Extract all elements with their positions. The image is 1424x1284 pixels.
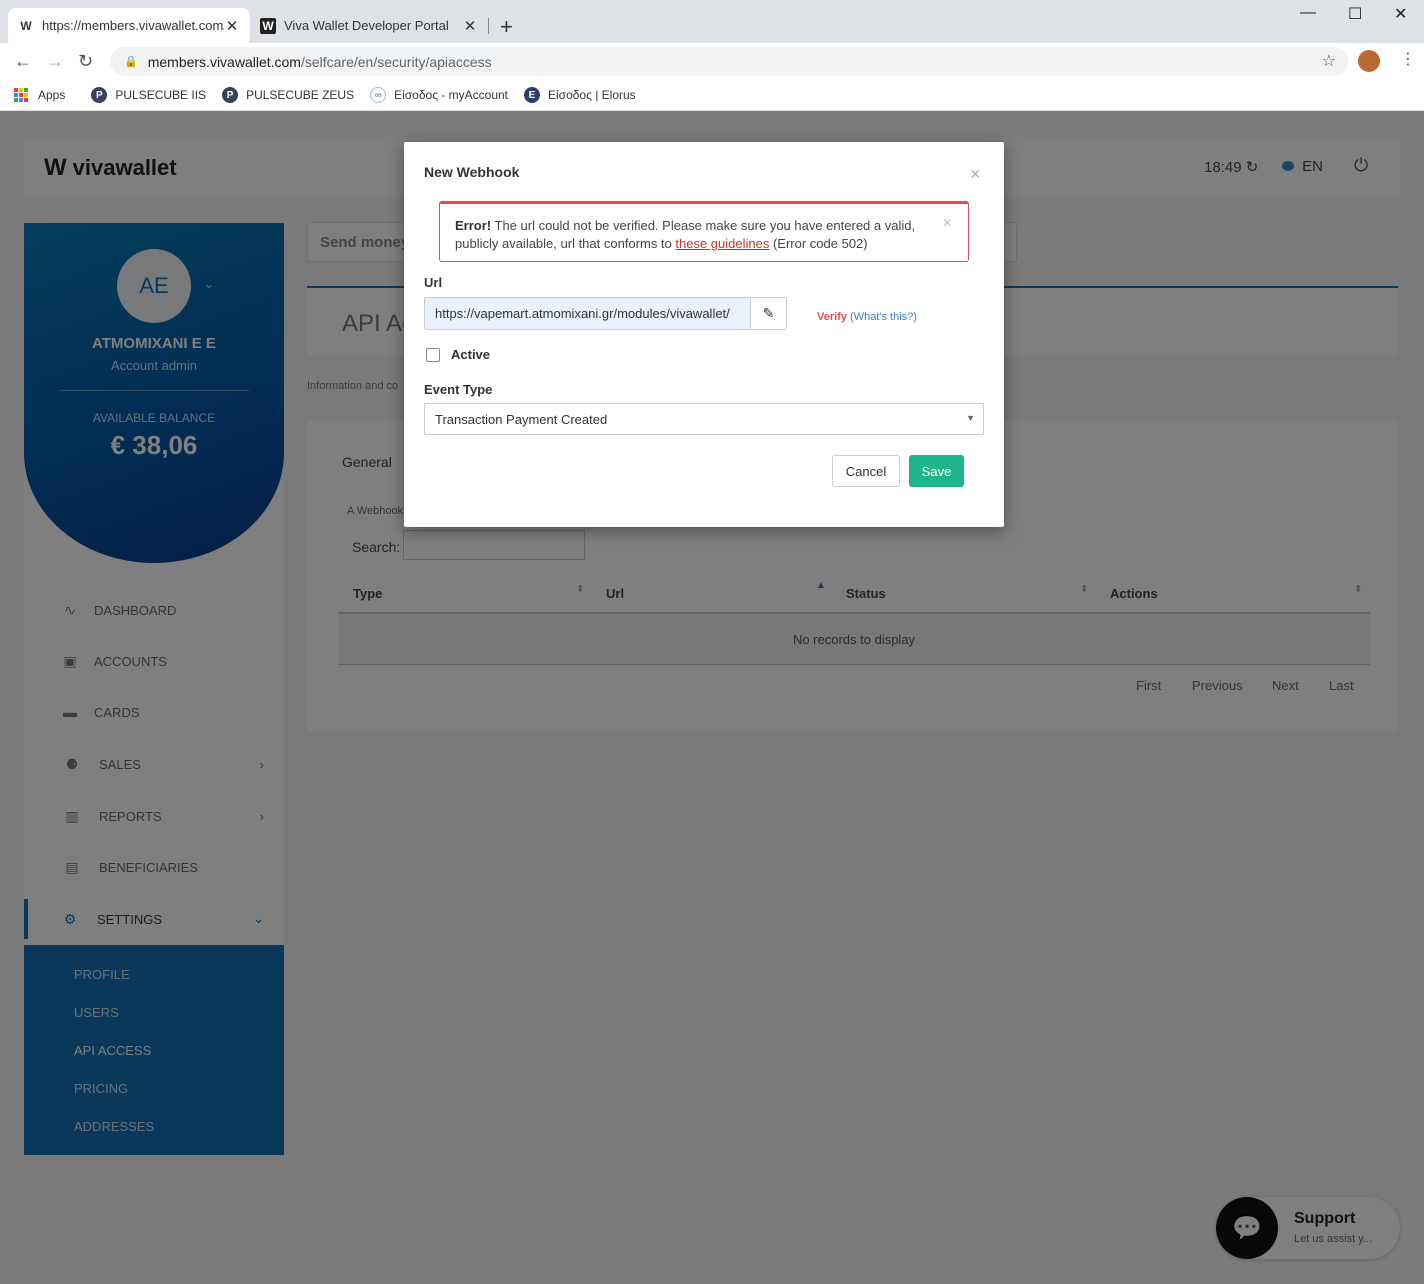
myaccount-icon: ∞ [370, 87, 387, 103]
address-host: members.vivawallet.com [147, 53, 301, 70]
active-label: Active [451, 347, 491, 362]
error-alert: Error! The url could not be verified. Pl… [439, 201, 969, 262]
close-icon[interactable]: × [970, 164, 981, 185]
bookmark-pulsecube-zeus[interactable]: P PULSECUBE ZEUS [222, 87, 354, 103]
cancel-button[interactable]: Cancel [832, 455, 900, 487]
tab-title: Viva Wallet Developer Portal [284, 18, 449, 33]
save-button[interactable]: Save [909, 455, 964, 487]
address-bar[interactable]: 🔒 members.vivawallet.com /selfcare/en/se… [110, 47, 1348, 76]
verify-link[interactable]: Verify [817, 311, 847, 323]
tab-separator [488, 18, 489, 34]
address-path: /selfcare/en/security/apiaccess [300, 53, 492, 70]
window-close-icon[interactable]: ✕ [1394, 4, 1407, 24]
vivawallet-favicon-icon: W [260, 17, 276, 34]
browser-tab-strip: W https://members.vivawallet.com/ ✕ W Vi… [0, 0, 1424, 43]
bookmark-label: PULSECUBE IIS [115, 88, 207, 102]
browser-tab-inactive[interactable]: W Viva Wallet Developer Portal ✕ [250, 8, 488, 43]
event-type-select[interactable]: Transaction Payment Created ▼ [424, 403, 984, 435]
caret-down-icon: ▼ [966, 413, 975, 423]
url-input[interactable] [425, 298, 751, 329]
event-type-label: Event Type [424, 382, 493, 397]
maximize-icon[interactable]: ☐ [1348, 4, 1362, 24]
guidelines-link[interactable]: these guidelines [675, 236, 769, 251]
new-tab-icon[interactable]: + [500, 14, 513, 40]
tab-close-icon[interactable]: ✕ [462, 17, 478, 35]
bookmark-label: PULSECUBE ZEUS [246, 88, 355, 102]
verify-group: Verify (What's this?) [817, 311, 917, 323]
forward-icon[interactable]: → [46, 51, 64, 72]
error-label: Error! [455, 218, 492, 233]
browser-toolbar: ← → ↻ 🔒 members.vivawallet.com /selfcare… [0, 43, 1424, 80]
bookmark-star-icon[interactable]: ☆ [1322, 51, 1336, 71]
alert-close-icon[interactable]: × [943, 215, 952, 233]
dialog-title: New Webhook [424, 164, 520, 180]
tab-close-icon[interactable]: ✕ [224, 17, 240, 35]
bookmark-label: Είσοδος - myAccount [394, 88, 508, 102]
back-icon[interactable]: ← [14, 51, 32, 72]
elorus-icon: E [524, 87, 540, 103]
active-checkbox[interactable] [426, 348, 440, 362]
new-webhook-dialog: New Webhook × Error! The url could not b… [404, 142, 1004, 527]
url-label: Url [424, 275, 443, 290]
bookmarks-bar: Apps P PULSECUBE IIS P PULSECUBE ZEUS ∞ … [0, 80, 1424, 111]
bookmark-label: Apps [38, 88, 66, 102]
bookmark-label: Είσοδος | Elorus [548, 88, 636, 102]
tab-title: https://members.vivawallet.com/ [42, 18, 224, 33]
bookmark-pulsecube-iis[interactable]: P PULSECUBE IIS [91, 87, 206, 103]
minimize-icon[interactable]: — [1300, 4, 1316, 22]
error-code: (Error code 502) [769, 236, 868, 251]
bookmark-elorus[interactable]: E Είσοδος | Elorus [524, 87, 636, 103]
pulsecube-icon: P [222, 87, 239, 103]
url-field-group: ✎ [424, 297, 787, 330]
pulsecube-icon: P [91, 87, 108, 103]
bookmark-apps[interactable]: Apps [14, 88, 65, 102]
bookmark-myaccount[interactable]: ∞ Είσοδος - myAccount [370, 87, 508, 103]
reload-icon[interactable]: ↻ [78, 51, 93, 72]
whats-this-link[interactable]: (What's this?) [850, 311, 917, 323]
apps-grid-icon [14, 88, 28, 102]
pencil-icon[interactable]: ✎ [750, 298, 786, 329]
lock-icon: 🔒 [124, 56, 138, 68]
menu-dots-icon[interactable]: ⋮ [1400, 49, 1416, 69]
vivawallet-favicon-icon: W [20, 18, 32, 33]
event-type-value: Transaction Payment Created [435, 412, 608, 427]
browser-tab-active[interactable]: W https://members.vivawallet.com/ ✕ [8, 8, 250, 43]
profile-avatar[interactable] [1358, 50, 1380, 72]
